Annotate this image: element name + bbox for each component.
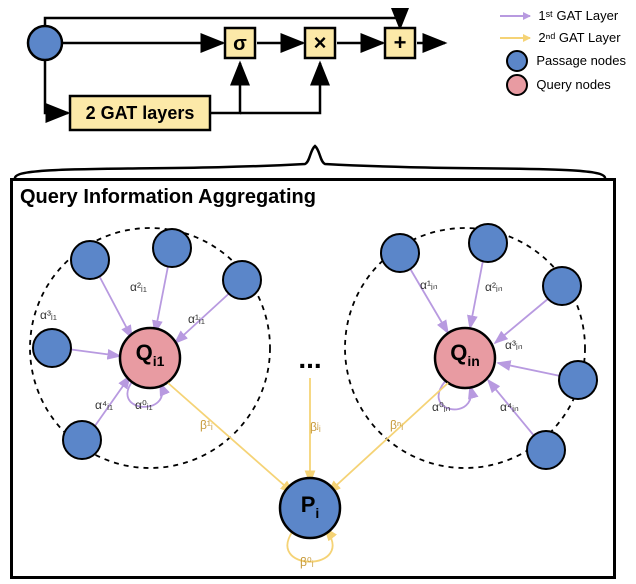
legend-arrow-orange-icon	[500, 37, 530, 39]
alpha-label: α¹ᵢ₁	[188, 312, 205, 326]
plus-label: +	[394, 30, 407, 55]
dots-label: ...	[298, 343, 321, 374]
passage-neighbor-icon	[381, 234, 419, 272]
beta-label: β⁰ᵢ	[300, 555, 314, 569]
legend-layer1-label: 1ˢᵗ GAT Layer	[538, 6, 618, 26]
beta-label: βʲᵢ	[310, 420, 321, 434]
legend-circle-blue-icon	[506, 50, 528, 72]
beta-label: βⁿᵢ	[390, 418, 403, 432]
legend-passage-label: Passage nodes	[536, 51, 626, 71]
passage-neighbor-icon	[71, 241, 109, 279]
legend-block: 1ˢᵗ GAT Layer 2ⁿᵈ GAT Layer Passage node…	[500, 6, 626, 98]
legend-query-label: Query nodes	[536, 75, 610, 95]
legend-layer2-label: 2ⁿᵈ GAT Layer	[538, 28, 620, 48]
times-label: ×	[314, 30, 327, 55]
alpha-label: α³ᵢₙ	[505, 338, 523, 352]
legend-row-passage: Passage nodes	[500, 50, 626, 72]
passage-neighbor-icon	[543, 267, 581, 305]
alpha-label: α⁴ᵢₙ	[500, 400, 519, 414]
beta-label: β¹ᵢ	[200, 418, 213, 432]
legend-arrow-purple-icon	[500, 15, 530, 17]
sigma-label: σ	[233, 33, 247, 55]
passage-neighbor-icon	[153, 229, 191, 267]
passage-neighbor-icon	[223, 261, 261, 299]
gat-box-label: 2 GAT layers	[86, 103, 195, 123]
passage-neighbor-icon	[527, 431, 565, 469]
alpha-label: α¹ᵢₙ	[420, 278, 438, 292]
alpha-label: α⁰ᵢ₁	[135, 398, 153, 412]
legend-row-layer2: 2ⁿᵈ GAT Layer	[500, 28, 626, 48]
alpha-label: α⁰ᵢₙ	[432, 400, 450, 414]
passage-neighbor-icon	[63, 421, 101, 459]
legend-row-layer1: 1ˢᵗ GAT Layer	[500, 6, 626, 26]
legend-circle-pink-icon	[506, 74, 528, 96]
aggregation-graph: Qi1 Qin ... Pi	[10, 178, 610, 573]
passage-neighbor-icon	[559, 361, 597, 399]
input-node-icon	[28, 26, 62, 60]
alpha-label: α²ᵢ₁	[130, 280, 147, 294]
passage-neighbor-icon	[469, 224, 507, 262]
legend-row-query: Query nodes	[500, 74, 626, 96]
alpha-label: α³ᵢ₁	[40, 308, 57, 322]
alpha-label: α²ᵢₙ	[485, 280, 503, 294]
alpha-label: α⁴ᵢ₁	[95, 398, 113, 412]
top-flow-diagram: σ × + 2 GAT layers	[10, 8, 450, 158]
passage-neighbor-icon	[33, 329, 71, 367]
